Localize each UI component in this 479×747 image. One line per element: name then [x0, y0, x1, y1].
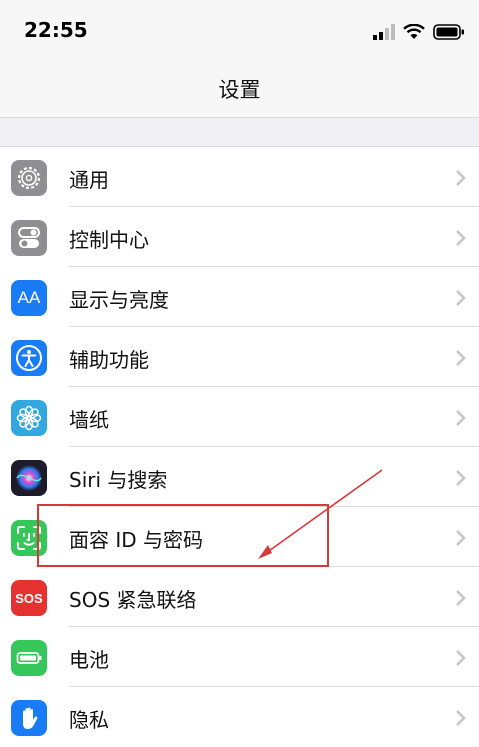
- annotation-arrow-icon: [258, 469, 383, 559]
